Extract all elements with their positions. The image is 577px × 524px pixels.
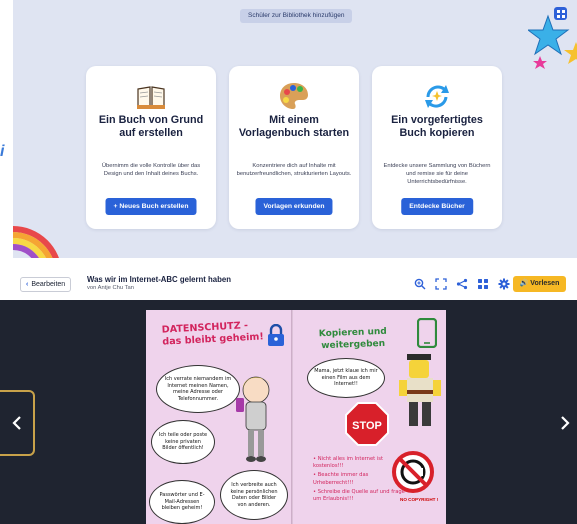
thought-cloud: Passwörter und E-Mail-Adressen bleiben g… [149,480,215,524]
zoom-in-icon[interactable] [414,278,426,290]
chevron-left-icon [11,416,21,430]
share-icon[interactable] [456,278,468,290]
book-viewer: DATENSCHUTZ - das bleibt geheim! Ich ver… [0,300,577,524]
book-page-right: Kopieren und weitergeben Mama, jetzt kla… [293,310,446,524]
chevron-right-icon [561,416,570,430]
stop-sign-icon: STOP [345,402,389,446]
thought-cloud: Ich verrate niemandem im Internet meinen… [156,365,240,413]
gear-icon[interactable] [498,278,510,290]
decorative-stars-icon [528,14,577,69]
pirate-figure-illustration [399,354,441,426]
open-book-icon [137,86,165,109]
book-page-left: DATENSCHUTZ - das bleibt geheim! Ich ver… [146,310,292,524]
sparkle-remix-icon [425,85,449,108]
lock-icon [268,324,284,346]
copy-book-card: Ein vorgefertigtes Buch kopieren Entdeck… [372,66,502,229]
side-decoration-text: i [0,143,5,160]
speech-cloud: Mama, jetzt klaue ich mir einen Film aus… [307,358,385,398]
smartphone-icon [417,318,437,348]
book-title: Was wir im Internet-ABC gelernt haben [87,275,231,284]
fullscreen-icon[interactable] [435,278,447,290]
grid-view-icon[interactable] [477,278,489,290]
add-students-to-library-button[interactable]: Schüler zur Bibliothek hinzufügen [240,9,353,23]
chevron-left-icon: ‹ [26,281,29,288]
thought-cloud: Ich verbreite auch keine persönlichen Da… [220,470,288,520]
stop-sign-text: STOP [352,420,382,432]
next-page-button[interactable] [553,408,577,438]
thought-cloud: Ich teile oder poste keine privaten Bild… [151,420,215,464]
create-book-panel: Schüler zur Bibliothek hinzufügen Ein Bu… [13,0,577,258]
card-description: Übernimm die volle Kontrolle über das De… [101,163,201,178]
back-edit-button[interactable]: ‹ Bearbeiten [20,277,72,292]
no-copyright-icon [392,451,434,493]
new-book-button[interactable]: + Neues Buch erstellen [105,198,197,215]
decorative-rainbow-icon [13,226,59,258]
card-description: Entdecke unsere Sammlung von Büchern und… [383,163,491,186]
page-heading: Kopieren und weitergeben [319,326,388,352]
read-aloud-button[interactable]: 🔊 Vorlesen [513,276,566,292]
previous-page-button[interactable] [0,390,35,456]
card-description: Konzentriere dich auf Inhalte mit benutz… [236,163,352,178]
book-header-bar: ‹ Bearbeiten Was wir im Internet-ABC gele… [13,270,577,300]
page-heading: DATENSCHUTZ - das bleibt geheim! [161,319,264,348]
explore-templates-button[interactable]: Vorlagen erkunden [255,198,333,215]
template-book-card: Mit einem Vorlagenbuch starten Konzentri… [229,66,359,229]
speaker-icon: 🔊 [519,280,531,287]
create-from-scratch-card: Ein Buch von Grund auf erstellen Übernim… [86,66,216,229]
discover-books-button[interactable]: Entdecke Bücher [401,198,473,215]
card-title: Ein vorgefertigtes Buch kopieren [391,114,483,139]
read-aloud-label: Vorlesen [530,280,560,287]
page-heading-line: weitergeben [321,338,386,352]
card-title: Ein Buch von Grund auf erstellen [98,114,204,139]
back-edit-label: Bearbeiten [31,281,66,288]
no-copyright-label: NO COPYRIGHT ! [400,497,439,502]
girl-with-phone-illustration [236,376,270,462]
card-title: Mit einem Vorlagenbuch starten [238,114,350,139]
book-author: von Antje Chu Tan [87,285,134,291]
palette-icon [280,83,308,109]
